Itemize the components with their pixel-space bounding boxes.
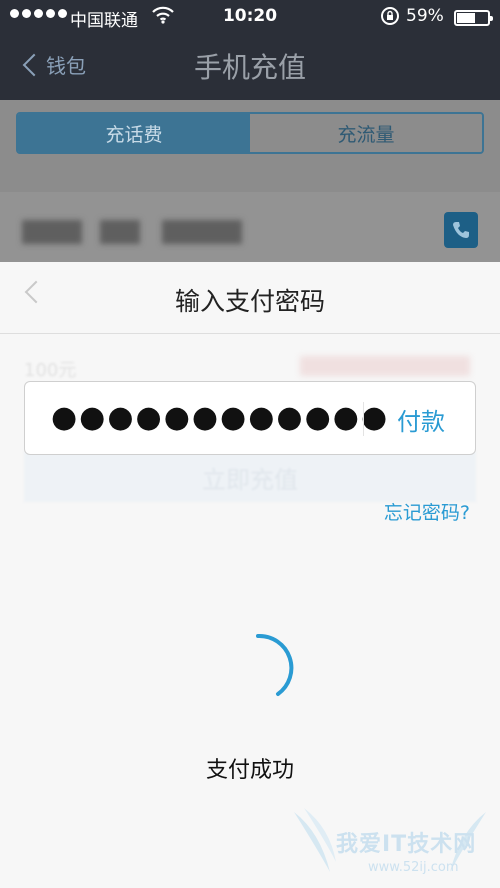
background-page: 充话费 充流量 — [0, 100, 500, 262]
rotation-lock-icon — [380, 6, 400, 31]
password-mask: ●●●●●●●●●●●● — [51, 400, 390, 435]
payment-sheet: 输入支付密码 100元 立即充值 ●●●●●●●●●●●● 付款 忘记密码? 支… — [0, 262, 500, 888]
battery-icon — [454, 10, 493, 26]
recharge-type-tabs: 充话费 充流量 — [16, 112, 484, 154]
field-divider — [363, 402, 364, 436]
nav-bar: 钱包 手机充值 — [0, 34, 500, 100]
sheet-header: 输入支付密码 — [0, 262, 500, 334]
page-title: 手机充值 — [193, 51, 306, 84]
spinner-icon — [256, 633, 294, 696]
phone-book-icon[interactable] — [444, 212, 478, 248]
payment-status: 支付成功 — [205, 758, 294, 783]
blurred-number — [162, 220, 242, 244]
tab-data[interactable]: 充流量 — [250, 114, 482, 152]
battery-percent: 59% — [406, 6, 444, 26]
watermark-text: 我爱IT技术网 — [336, 832, 477, 857]
watermark-url: www.52ij.com — [368, 860, 459, 875]
password-field[interactable]: ●●●●●●●●●●●● 付款 — [24, 381, 476, 455]
pay-button[interactable]: 付款 — [365, 382, 477, 456]
forgot-password-link[interactable]: 忘记密码? — [384, 498, 470, 525]
status-bar: 中国联通 10:20 59% — [0, 0, 500, 34]
top-bar: 中国联通 10:20 59% 钱包 手机充值 — [0, 0, 500, 100]
watermark: 我爱IT技术网 www.52ij.com — [290, 802, 490, 888]
ghost-amount: 100元 — [24, 360, 77, 381]
tab-call-credit[interactable]: 充话费 — [18, 114, 250, 152]
ghost-price — [300, 356, 470, 376]
ghost-recharge-button: 立即充值 — [24, 452, 476, 502]
blurred-number — [100, 220, 140, 244]
blurred-number — [22, 220, 82, 244]
sheet-title: 输入支付密码 — [174, 287, 325, 316]
